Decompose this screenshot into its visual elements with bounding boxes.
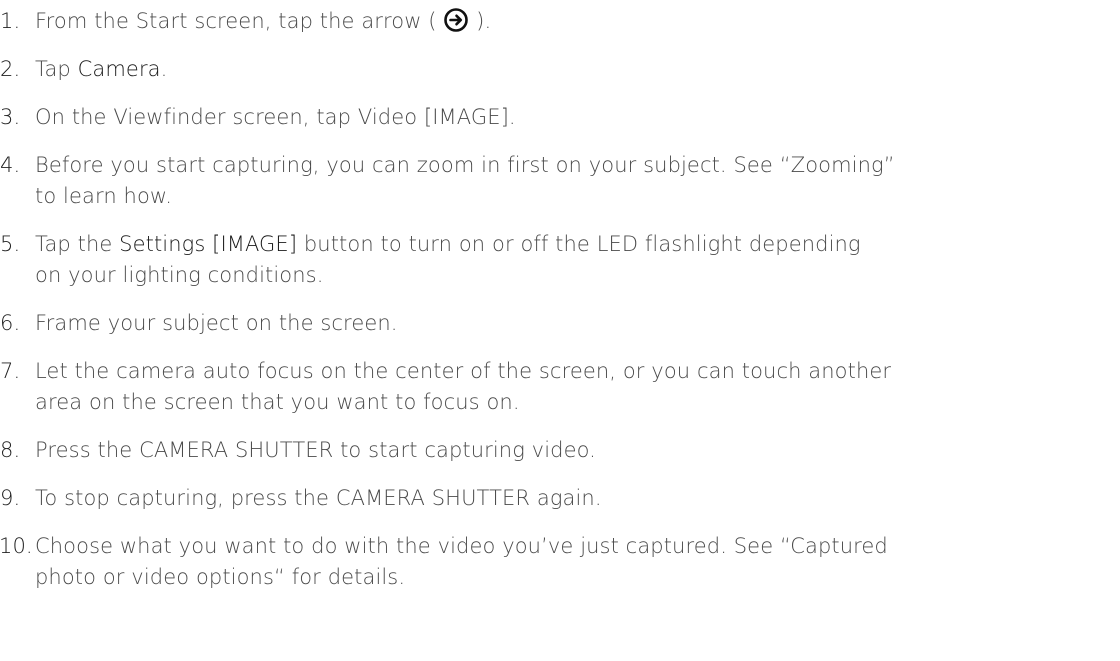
- step-1: 1. From the Start screen, tap the arrow …: [0, 6, 1120, 37]
- step-text: To stop capturing, press the CAMERA SHUT…: [35, 486, 602, 510]
- step-text: Press the CAMERA SHUTTER to start captur…: [35, 438, 596, 462]
- step-number: 4.: [0, 153, 21, 177]
- step-6: 6. Frame your subject on the screen.: [0, 308, 1120, 339]
- step-number: 8.: [0, 438, 21, 462]
- step-number: 7.: [0, 359, 21, 383]
- step-number: 2.: [0, 57, 21, 81]
- step-3: 3. On the Viewfinder screen, tap Video […: [0, 102, 1120, 133]
- step-text: Tap the: [35, 232, 120, 256]
- instructions-page: 1. From the Start screen, tap the arrow …: [0, 0, 1120, 661]
- camera-label: Camera: [77, 57, 161, 81]
- step-text-end: ).: [476, 9, 492, 33]
- step-number: 10.: [0, 534, 33, 558]
- step-text: Before you start capturing, you can zoom…: [35, 153, 895, 177]
- step-number: 6.: [0, 311, 21, 335]
- steps-list: 1. From the Start screen, tap the arrow …: [0, 6, 1120, 593]
- step-text-line2: photo or video options“ for details.: [35, 565, 406, 589]
- step-text-end: .: [160, 57, 168, 81]
- step-text: Let the camera auto focus on the center …: [35, 359, 892, 383]
- step-text: On the Viewfinder screen, tap Video [IMA…: [35, 105, 516, 129]
- step-number: 3.: [0, 105, 21, 129]
- step-text: From the Start screen, tap the arrow (: [35, 9, 437, 33]
- step-text-cont: button to turn on or off the LED flashli…: [297, 232, 861, 256]
- step-text-line2: area on the screen that you want to focu…: [35, 390, 520, 414]
- step-8: 8. Press the CAMERA SHUTTER to start cap…: [0, 435, 1120, 466]
- step-4: 4. Before you start capturing, you can z…: [0, 150, 1120, 212]
- step-text-line2: to learn how.: [35, 184, 173, 208]
- arrow-right-circle-icon: [444, 8, 469, 32]
- step-7: 7. Let the camera auto focus on the cent…: [0, 356, 1120, 418]
- step-text: Tap: [35, 57, 78, 81]
- step-number: 5.: [0, 232, 21, 256]
- step-5: 5. Tap the Settings [IMAGE] button to tu…: [0, 229, 1120, 291]
- step-number: 9.: [0, 486, 21, 510]
- step-text: Choose what you want to do with the vide…: [35, 534, 888, 558]
- settings-label: Settings [IMAGE]: [119, 232, 298, 256]
- step-9: 9. To stop capturing, press the CAMERA S…: [0, 483, 1120, 514]
- step-number: 1.: [0, 9, 21, 33]
- step-text-line2: on your lighting conditions.: [35, 263, 324, 287]
- step-text: Frame your subject on the screen.: [35, 311, 398, 335]
- step-10: 10. Choose what you want to do with the …: [0, 531, 1120, 593]
- step-2: 2. Tap Camera.: [0, 54, 1120, 85]
